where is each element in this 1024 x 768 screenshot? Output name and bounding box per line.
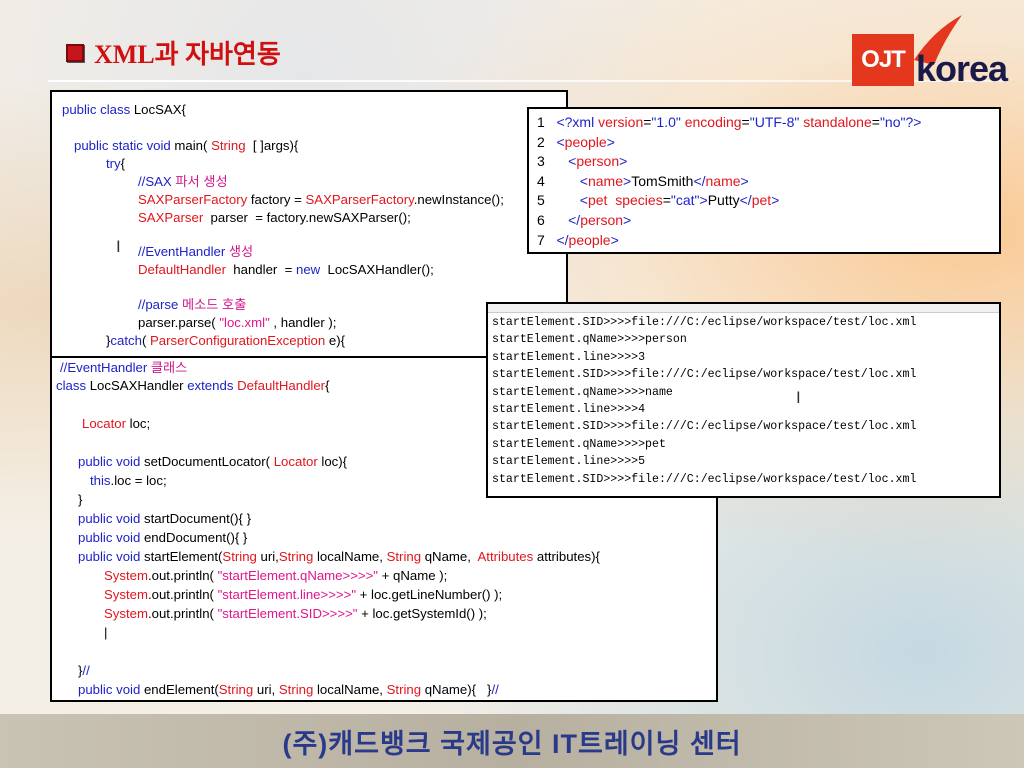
code-line: public void setDocumentLocator( Locator … — [78, 454, 348, 469]
slide-header: XML과 자바연동 — [66, 34, 281, 71]
console-line: startElement.line>>>>4 — [492, 403, 646, 416]
logo-ojt: OJT — [852, 34, 914, 86]
code-comment: //EventHandler 클래스 — [60, 360, 188, 375]
console-toolbar — [488, 304, 999, 313]
code-line: System.out.println( "startElement.SID>>>… — [104, 606, 487, 621]
text-cursor-icon: I — [116, 237, 121, 256]
code-line: class LocSAXHandler extends DefaultHandl… — [56, 378, 330, 393]
console-line: startElement.qName>>>>name — [492, 385, 673, 399]
console-line: startElement.line>>>>3 — [492, 350, 646, 364]
code-line: System.out.println( "startElement.qName>… — [104, 568, 448, 583]
slide-title: XML과 자바연동 — [94, 40, 281, 69]
console-output: startElement.SID>>>>file:///C:/eclipse/w… — [486, 302, 1001, 498]
footer-text: (주)캐드뱅크 국제공인 IT트레이닝 센터 — [282, 728, 742, 759]
text-caret: | — [104, 625, 108, 640]
code-line: public void endDocument(){ } — [78, 530, 248, 545]
xml-line: 2 <people> — [537, 133, 615, 150]
code-line: try{ — [106, 156, 126, 171]
footer-bar: (주)캐드뱅크 국제공인 IT트레이닝 센터 — [0, 714, 1024, 768]
console-line: startElement.SID>>>>file:///C:/eclipse/w… — [492, 472, 917, 486]
code-line: }catch( ParserConfigurationException e){ — [106, 333, 345, 348]
code-line: DefaultHandler handler = new LocSAXHandl… — [138, 262, 434, 277]
code-comment: //parse 메소드 호출 — [138, 297, 247, 312]
console-line: startElement.SID>>>>file:///C:/eclipse/w… — [492, 316, 917, 329]
logo-korea: korea — [916, 48, 1008, 89]
ojt-korea-logo: OJT korea — [852, 10, 1017, 90]
code-comment: //EventHandler 생성 — [138, 244, 254, 259]
xml-line: 1 <?xml version="1.0" encoding="UTF-8" s… — [537, 114, 922, 130]
code-line: public static void main( String [ ]args)… — [74, 138, 299, 153]
code-line: public void startElement(String uri,Stri… — [78, 549, 600, 564]
code-line: parser.parse( "loc.xml" , handler ); — [138, 315, 337, 330]
xml-line: 6 </person> — [537, 212, 632, 228]
console-line: startElement.SID>>>>file:///C:/eclipse/w… — [492, 420, 917, 434]
console-line: startElement.qName>>>>pet — [492, 437, 666, 451]
console-line: startElement.qName>>>>person — [492, 333, 687, 347]
code-line: public class LocSAX{ — [62, 102, 186, 117]
console-line: startElement.line>>>>5 — [492, 455, 646, 469]
xml-line: 4 <name>TomSmith</name> — [537, 172, 749, 189]
code-line: } — [78, 492, 83, 507]
code-comment: //SAX 파서 생성 — [138, 174, 228, 189]
square-bullet-icon — [66, 43, 84, 62]
code-line: System.out.println( "startElement.line>>… — [104, 587, 503, 602]
code-line: SAXParser parser = factory.newSAXParser(… — [138, 210, 411, 225]
text-cursor-icon: I — [796, 388, 801, 407]
xml-line: 5 <pet species="cat">Putty</pet> — [537, 192, 780, 209]
xml-line: 7 </people> — [537, 231, 619, 248]
code-line: Locator loc; — [82, 416, 151, 431]
console-line: startElement.SID>>>>file:///C:/eclipse/w… — [492, 368, 917, 382]
xml-line: 3 <person> — [537, 153, 628, 170]
code-line: SAXParserFactory factory = SAXParserFact… — [138, 192, 504, 207]
code-line: public void startDocument(){ } — [78, 511, 251, 526]
code-line: }// — [78, 663, 90, 678]
code-line: this.loc = loc; — [90, 473, 167, 488]
xml-file-panel: 1 <?xml version="1.0" encoding="UTF-8" s… — [527, 107, 1001, 254]
code-line: public void endElement(String uri, Strin… — [78, 682, 499, 697]
